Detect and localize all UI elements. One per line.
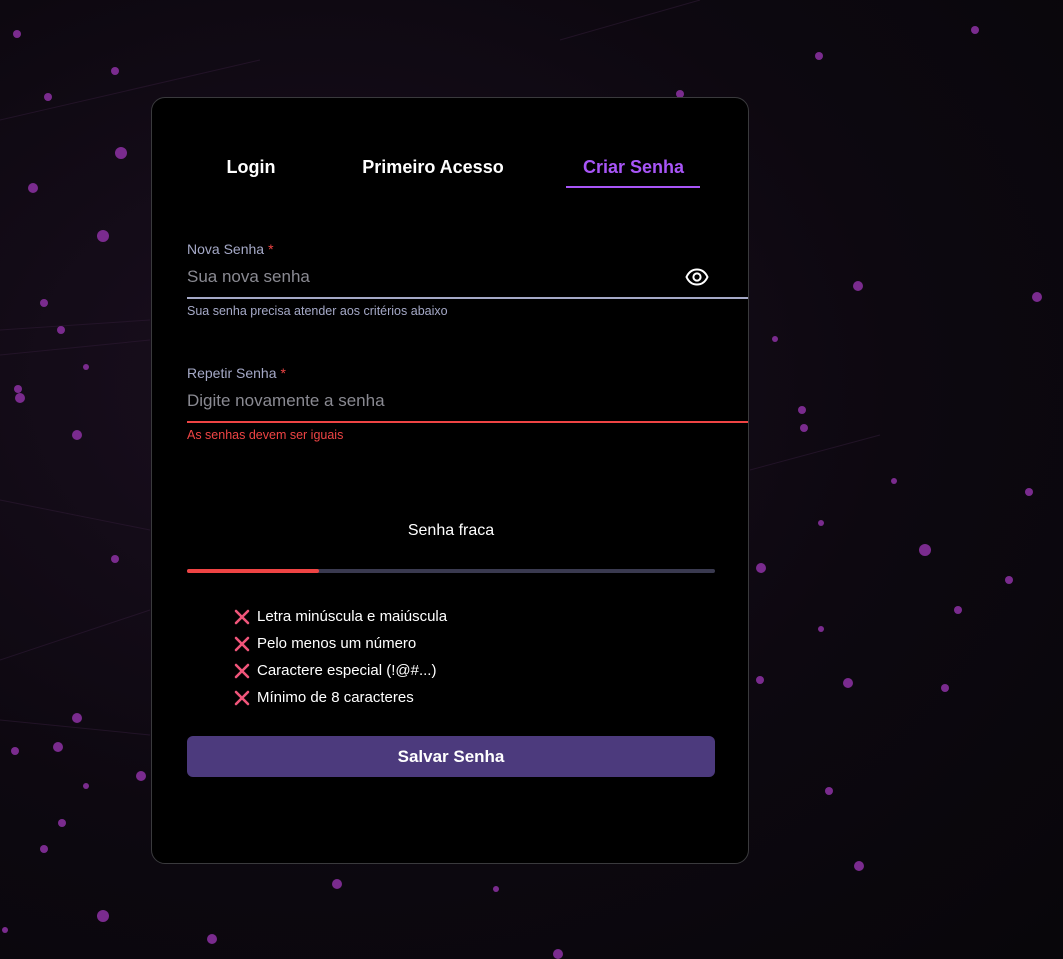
- requirement-label: Letra minúscula e maiúscula: [257, 608, 448, 625]
- repeat-password-label-row: Repetir Senha *: [187, 365, 286, 381]
- strength-label: Senha fraca: [407, 522, 495, 539]
- required-mark: *: [268, 241, 274, 257]
- new-password-label: Nova Senha: [187, 241, 265, 257]
- tab-login[interactable]: Login: [207, 152, 295, 188]
- x-icon: [234, 690, 250, 705]
- x-icon: [234, 663, 250, 678]
- save-password-button[interactable]: Salvar Senha: [187, 736, 715, 777]
- tab-criar-senha[interactable]: Criar Senha: [567, 152, 700, 188]
- repeat-password-input[interactable]: [187, 388, 677, 414]
- new-password-helper: Sua senha precisa atender aos critérios …: [187, 304, 448, 318]
- x-icon: [234, 636, 250, 651]
- tab-primeiro-acesso[interactable]: Primeiro Acesso: [347, 152, 519, 188]
- requirement-item: Pelo menos um número: [233, 630, 447, 657]
- eye-icon[interactable]: [685, 265, 709, 289]
- repeat-password-label: Repetir Senha: [187, 365, 277, 381]
- requirement-label: Caractere especial (!@#...): [257, 662, 437, 679]
- password-card: Login Primeiro Acesso Criar Senha Nova S…: [151, 97, 749, 864]
- requirement-item: Mínimo de 8 caracteres: [233, 684, 447, 711]
- requirement-item: Letra minúscula e maiúscula: [233, 603, 447, 630]
- requirement-label: Mínimo de 8 caracteres: [257, 689, 414, 706]
- required-mark: *: [280, 365, 286, 381]
- requirement-label: Pelo menos um número: [257, 635, 417, 652]
- strength-bar-fill: [187, 569, 319, 573]
- requirement-item: Caractere especial (!@#...): [233, 657, 447, 684]
- strength-bar: [187, 569, 715, 573]
- repeat-password-error: As senhas devem ser iguais: [187, 428, 344, 442]
- repeat-password-underline: [187, 421, 748, 423]
- active-tab-indicator: [566, 186, 700, 188]
- new-password-label-row: Nova Senha *: [187, 241, 274, 257]
- requirements-list: Letra minúscula e maiúscula Pelo menos u…: [233, 603, 447, 711]
- new-password-input[interactable]: [187, 264, 677, 290]
- x-icon: [234, 609, 250, 624]
- new-password-underline: [187, 297, 748, 299]
